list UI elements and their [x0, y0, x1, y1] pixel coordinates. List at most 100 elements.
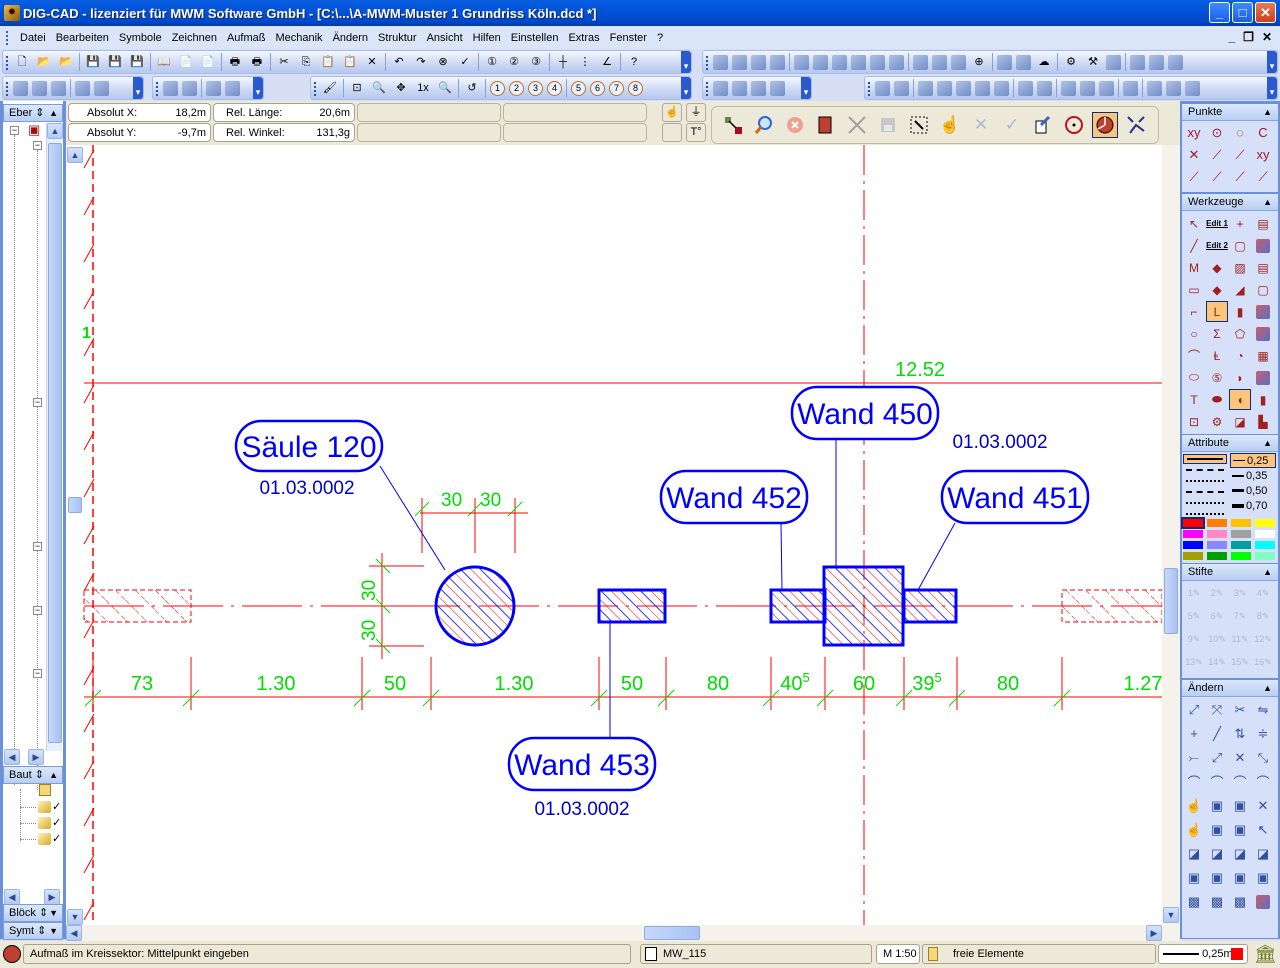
block-select-icon[interactable]: [937, 80, 952, 96]
color-swatch[interactable]: [1207, 541, 1227, 549]
save-all-icon[interactable]: 💾: [128, 53, 146, 71]
status-group[interactable]: freie Elemente: [922, 944, 1156, 964]
input-field-empty-3[interactable]: [357, 123, 501, 142]
stack-2-icon[interactable]: [32, 80, 47, 96]
zoom-4-icon[interactable]: 4: [547, 80, 562, 96]
rectangle-icon[interactable]: [813, 112, 839, 138]
group-e-icon[interactable]: [875, 80, 890, 96]
maximize-button[interactable]: □: [1232, 2, 1253, 23]
canvas-hscrollbar[interactable]: ◀ ▶: [66, 925, 1180, 941]
drawing-tool-icon[interactable]: ⬬: [1206, 389, 1228, 410]
modify-tool-icon[interactable]: ▣: [1206, 795, 1228, 816]
menu-hilfen[interactable]: Hilfen: [468, 32, 506, 44]
modify-tool-icon[interactable]: ▣: [1229, 795, 1251, 816]
modify-tool-icon[interactable]: ≑: [1252, 723, 1274, 744]
magnifier-icon[interactable]: [751, 112, 777, 138]
color-swatch[interactable]: [1255, 519, 1275, 527]
zoom-7-icon[interactable]: 7: [609, 80, 624, 96]
layer-1-icon[interactable]: ①: [483, 53, 501, 71]
color-swatch[interactable]: [1255, 530, 1275, 538]
hand-select-button[interactable]: ☝: [662, 103, 682, 122]
zoom-8-icon[interactable]: 8: [628, 80, 643, 96]
modify-tool-icon[interactable]: ✕: [1229, 747, 1251, 768]
toolbar-grip[interactable]: [6, 30, 9, 45]
cancel-icon[interactable]: ⊗: [434, 53, 452, 71]
zoom-prev-icon[interactable]: ↺: [463, 79, 481, 97]
wizard-icon[interactable]: [997, 54, 1012, 70]
solid-3d-icon[interactable]: [770, 54, 785, 70]
red-cube-icon[interactable]: [94, 80, 109, 96]
stack-1-icon[interactable]: [13, 80, 28, 96]
pen-icon[interactable]: 16✎: [1252, 652, 1274, 673]
pen-icon[interactable]: 13✎: [1183, 652, 1205, 673]
form-icon[interactable]: [1106, 54, 1121, 70]
pen-icon[interactable]: 14✎: [1206, 652, 1228, 673]
modify-tool-icon[interactable]: ✂: [1229, 699, 1251, 720]
pen-icon[interactable]: 5✎: [1183, 606, 1205, 627]
drawing-tool-icon[interactable]: [1252, 367, 1274, 388]
help-icon[interactable]: ?: [625, 53, 643, 71]
modify-tool-icon[interactable]: ▣: [1229, 819, 1251, 840]
point-snap-icon[interactable]: xy: [1252, 144, 1274, 165]
zoom-1-icon[interactable]: 1: [490, 80, 505, 96]
pen-icon[interactable]: 1✎: [1183, 583, 1205, 604]
block-tool-icon[interactable]: [994, 80, 1009, 96]
modify-tool-icon[interactable]: ▣: [1206, 867, 1228, 888]
modify-tool-icon[interactable]: ⇅: [1229, 723, 1251, 744]
table-new-icon[interactable]: [1061, 80, 1076, 96]
canvas-scroll-left[interactable]: ◀: [66, 925, 82, 941]
drawing-tool-icon[interactable]: [1252, 323, 1274, 344]
zoom-3-icon[interactable]: 3: [528, 80, 543, 96]
edit-hand-icon[interactable]: [1030, 112, 1056, 138]
drawing-tool-icon[interactable]: Ⱡ: [1206, 345, 1228, 366]
layer-3-icon[interactable]: ③: [527, 53, 545, 71]
drawing-tool-icon[interactable]: Edit 1: [1206, 213, 1228, 234]
attr-check-icon[interactable]: [770, 80, 785, 96]
drawing-tool-icon[interactable]: ▢: [1229, 235, 1251, 256]
cloud-icon[interactable]: ☁: [1035, 53, 1053, 71]
line-width-option[interactable]: 0,50: [1230, 483, 1276, 498]
blocks-icon[interactable]: [918, 80, 933, 96]
pipe-icon[interactable]: [1080, 80, 1095, 96]
line-style-icon[interactable]: [713, 54, 728, 70]
drawing-tool-icon[interactable]: ○: [1183, 323, 1205, 344]
modify-tool-icon[interactable]: ◪: [1229, 843, 1251, 864]
target-icon[interactable]: ⊕: [970, 53, 988, 71]
modify-tool-icon[interactable]: ☝: [1183, 795, 1205, 816]
modify-tool-icon[interactable]: ▣: [1206, 819, 1228, 840]
pen-icon[interactable]: 3✎: [1229, 583, 1251, 604]
window-1-icon[interactable]: [1130, 54, 1145, 70]
line-type-dash[interactable]: [1183, 465, 1227, 475]
tree-collapse-toggle-4[interactable]: −: [33, 542, 42, 551]
drawing-tool-icon[interactable]: Edit 2: [1206, 235, 1228, 256]
drawing-tool-icon[interactable]: [1252, 301, 1274, 322]
layer-2-icon[interactable]: ②: [505, 53, 523, 71]
line-type-dashdotdot[interactable]: [1183, 498, 1227, 508]
color-swatch[interactable]: [1231, 541, 1251, 549]
angle-icon[interactable]: ∠: [598, 53, 616, 71]
drawing-tool-icon[interactable]: ⬭: [1183, 367, 1205, 388]
scroll-thumb[interactable]: [48, 143, 62, 743]
coords-icon[interactable]: [794, 54, 809, 70]
select-box-icon[interactable]: [906, 112, 932, 138]
pen-icon[interactable]: 11✎: [1229, 629, 1251, 650]
drawing-tool-icon[interactable]: ⊡: [1183, 411, 1205, 432]
drawing-tool-icon[interactable]: ⚙: [1206, 411, 1228, 432]
attr-a-icon[interactable]: [751, 80, 766, 96]
network-2-icon[interactable]: [1166, 80, 1181, 96]
drawing-tool-icon[interactable]: ◢: [1229, 279, 1251, 300]
pan-icon[interactable]: ✥: [392, 79, 410, 97]
canvas-scroll-right[interactable]: ▶: [1146, 925, 1162, 941]
new-file-icon[interactable]: 🗋: [13, 53, 31, 71]
line-width-option[interactable]: 0,70: [1230, 498, 1276, 513]
drawing-tool-icon[interactable]: ⌒: [1183, 345, 1205, 366]
drawing-tool-icon[interactable]: ◆: [1206, 279, 1228, 300]
status-scale[interactable]: M 1:50: [876, 944, 920, 964]
point-snap-icon[interactable]: ⟋: [1206, 144, 1228, 165]
color-pencil-icon[interactable]: [732, 54, 747, 70]
block-pick-icon[interactable]: [975, 80, 990, 96]
open-folder-icon[interactable]: 📂: [35, 53, 53, 71]
color-swatch[interactable]: [1183, 541, 1203, 549]
color-swatch[interactable]: [1231, 530, 1251, 538]
symbole-panel-header[interactable]: Symt ⇕ ▼: [3, 922, 63, 940]
